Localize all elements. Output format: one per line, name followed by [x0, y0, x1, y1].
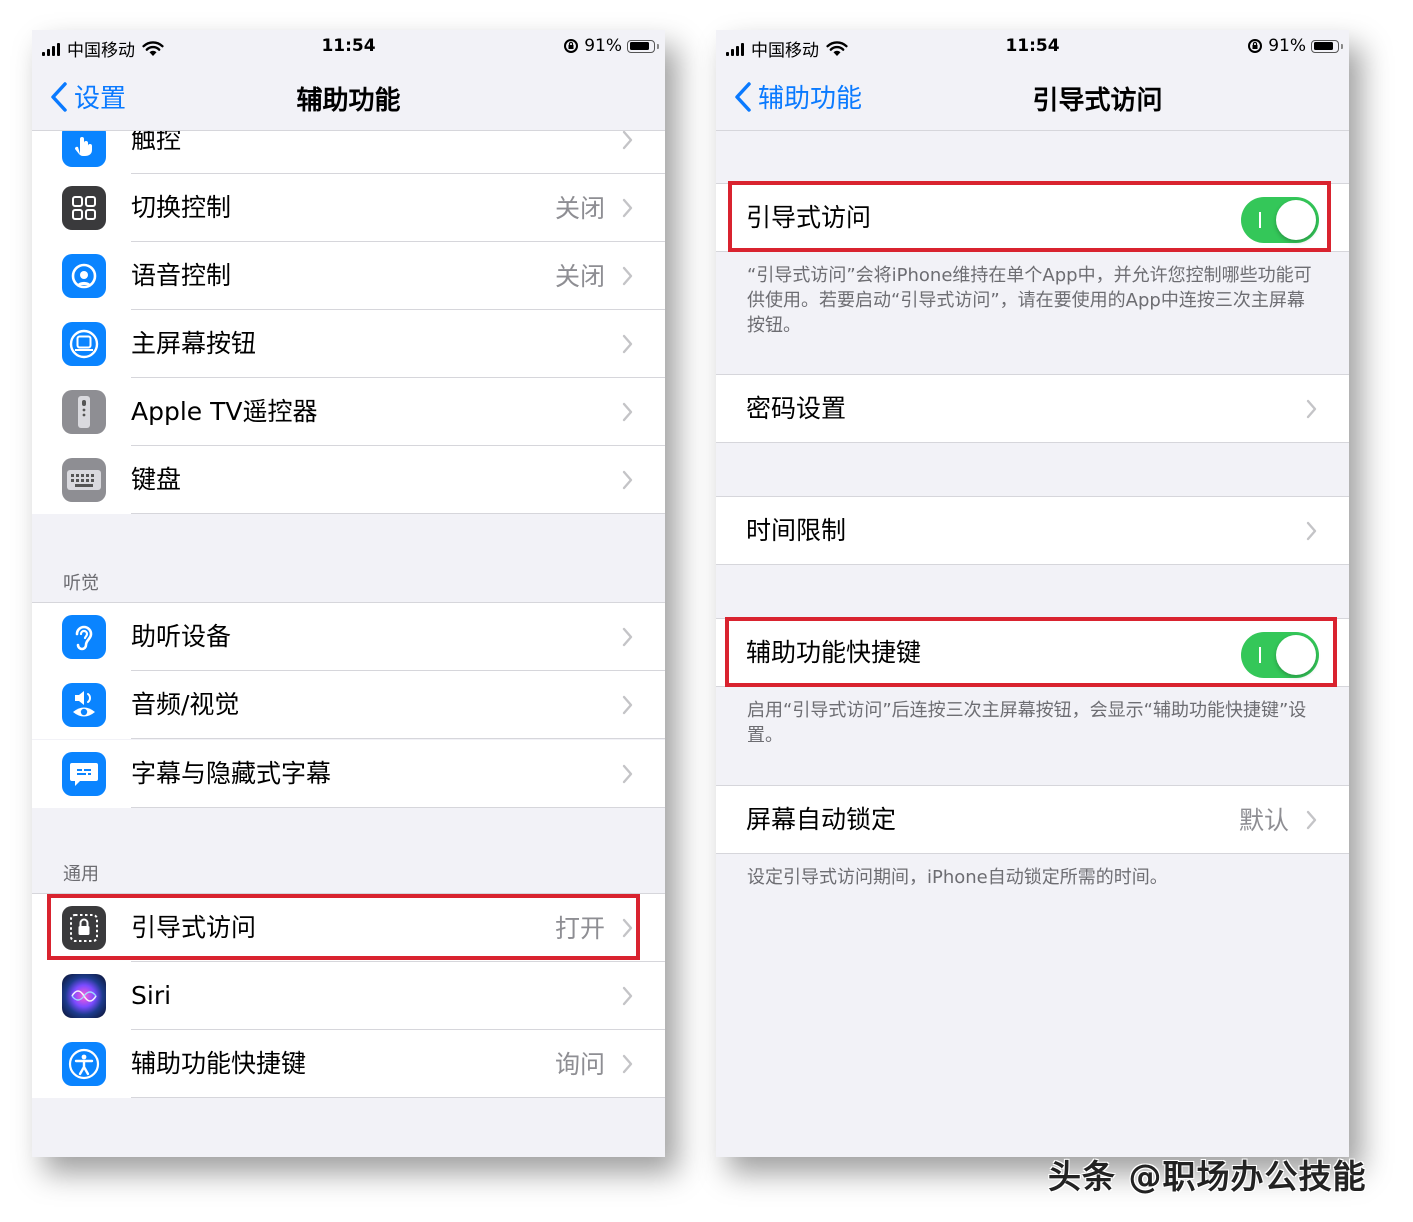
voice-control-icon	[62, 254, 106, 298]
chevron-right-icon	[622, 130, 633, 150]
chevron-left-icon	[735, 81, 751, 112]
switch-control-icon	[62, 186, 106, 230]
row-label: 语音控制	[131, 261, 232, 290]
home-button-icon	[62, 322, 106, 366]
subtitles-icon	[62, 752, 106, 796]
page-title: 引导式访问	[1032, 86, 1163, 116]
separator	[716, 686, 1349, 687]
accessibility-shortcut-footer: 启用“引导式访问”后连按三次主屏幕按钮，会显示“辅助功能快捷键”设置。	[747, 700, 1307, 746]
accessibility-screen: 中国移动 11:54 91% 设置 辅助功能 触控 切换控制 关闭 语音控制 关…	[32, 30, 665, 1157]
row-value: 打开	[554, 914, 605, 943]
navigation-bar: 辅助功能 引导式访问	[716, 64, 1349, 131]
row-label: 主屏幕按钮	[131, 329, 257, 358]
chevron-right-icon	[622, 402, 633, 422]
row-label: 时间限制	[746, 516, 847, 545]
section-header-hearing: 听觉	[63, 573, 99, 594]
chevron-right-icon	[1306, 521, 1317, 541]
row-label: 引导式访问	[746, 203, 872, 232]
battery-percent: 91%	[584, 36, 622, 56]
page-title: 辅助功能	[296, 86, 401, 116]
row-time-limits[interactable]: 时间限制	[716, 496, 1349, 565]
navigation-bar: 设置 辅助功能	[32, 64, 665, 131]
row-audio-visual[interactable]: 音频/视觉	[32, 671, 665, 739]
chevron-right-icon	[622, 334, 633, 354]
battery-icon	[1311, 39, 1343, 53]
row-value: 关闭	[554, 194, 605, 223]
row-label: 键盘	[131, 465, 182, 494]
row-guided-access[interactable]: 引导式访问 打开	[32, 893, 665, 962]
guided-access-screen: 中国移动 11:54 91% 辅助功能 引导式访问 引导式访问 “引导式访问”会…	[716, 30, 1349, 1157]
chevron-right-icon	[622, 695, 633, 715]
keyboard-icon	[62, 458, 106, 502]
guided-access-footer: “引导式访问”会将iPhone维持在单个App中，并允许您控制哪些功能可供使用。…	[747, 265, 1312, 336]
auto-lock-footer: 设定引导式访问期间，iPhone自动锁定所需的时间。	[747, 867, 1168, 888]
row-label: 引导式访问	[131, 913, 257, 942]
chevron-right-icon	[622, 1054, 633, 1074]
separator	[716, 853, 1349, 854]
row-voice-control[interactable]: 语音控制 关闭	[32, 242, 665, 310]
section-header-general: 通用	[63, 864, 99, 885]
status-right: 91%	[563, 36, 659, 56]
row-auto-lock[interactable]: 屏幕自动锁定 默认	[716, 785, 1349, 854]
separator	[716, 564, 1349, 565]
chevron-right-icon	[622, 918, 633, 938]
row-label: 辅助功能快捷键	[746, 638, 922, 667]
chevron-right-icon	[1306, 399, 1317, 419]
row-value: 关闭	[554, 262, 605, 291]
row-value: 默认	[1238, 806, 1289, 835]
ear-icon	[62, 615, 106, 659]
chevron-right-icon	[622, 627, 633, 647]
row-siri[interactable]: Siri	[32, 962, 665, 1030]
chevron-right-icon	[1306, 810, 1317, 830]
chevron-right-icon	[622, 266, 633, 286]
row-label: 字幕与隐藏式字幕	[131, 759, 332, 788]
separator	[131, 513, 665, 514]
separator	[716, 442, 1349, 443]
row-passcode-settings[interactable]: 密码设置	[716, 374, 1349, 443]
back-button[interactable]: 辅助功能	[734, 78, 862, 115]
guided-access-switch[interactable]	[1241, 197, 1319, 243]
row-label: 辅助功能快捷键	[131, 1049, 307, 1078]
row-keyboard[interactable]: 键盘	[32, 446, 665, 514]
guided-access-icon	[62, 906, 106, 950]
chevron-right-icon	[622, 764, 633, 784]
row-accessibility-shortcut-toggle: 辅助功能快捷键	[716, 618, 1349, 687]
siri-icon	[62, 974, 106, 1018]
row-label: 密码设置	[746, 394, 847, 423]
audio-visual-icon	[62, 683, 106, 727]
tv-remote-icon	[62, 390, 106, 434]
row-label: Siri	[131, 981, 172, 1010]
row-subtitles[interactable]: 字幕与隐藏式字幕	[32, 740, 665, 808]
row-guided-access-toggle: 引导式访问	[716, 183, 1349, 252]
row-label: Apple TV遥控器	[131, 397, 318, 426]
row-value: 询问	[554, 1050, 605, 1079]
accessibility-shortcut-switch[interactable]	[1241, 632, 1319, 678]
chevron-right-icon	[622, 986, 633, 1006]
status-bar: 中国移动 11:54 91%	[32, 30, 665, 64]
separator	[716, 251, 1349, 252]
separator	[131, 1097, 665, 1098]
row-label: 切换控制	[131, 193, 232, 222]
row-apple-tv-remote[interactable]: Apple TV遥控器	[32, 378, 665, 446]
row-label: 音频/视觉	[131, 690, 240, 719]
orientation-lock-icon	[1248, 39, 1263, 53]
separator	[131, 807, 665, 808]
status-right: 91%	[1247, 36, 1343, 56]
battery-percent: 91%	[1268, 36, 1306, 56]
row-label: 助听设备	[131, 622, 232, 651]
orientation-lock-icon	[564, 39, 579, 53]
watermark: 头条 @职场办公技能	[1048, 1157, 1367, 1196]
accessibility-icon	[62, 1042, 106, 1086]
row-switch-control[interactable]: 切换控制 关闭	[32, 174, 665, 242]
separator	[131, 738, 665, 739]
status-bar: 中国移动 11:54 91%	[716, 30, 1349, 64]
row-home-button[interactable]: 主屏幕按钮	[32, 310, 665, 378]
battery-icon	[627, 39, 659, 53]
chevron-right-icon	[622, 198, 633, 218]
row-label: 屏幕自动锁定	[746, 805, 897, 834]
row-hearing-devices[interactable]: 助听设备	[32, 602, 665, 671]
row-accessibility-shortcut[interactable]: 辅助功能快捷键 询问	[32, 1030, 665, 1098]
chevron-right-icon	[622, 470, 633, 490]
